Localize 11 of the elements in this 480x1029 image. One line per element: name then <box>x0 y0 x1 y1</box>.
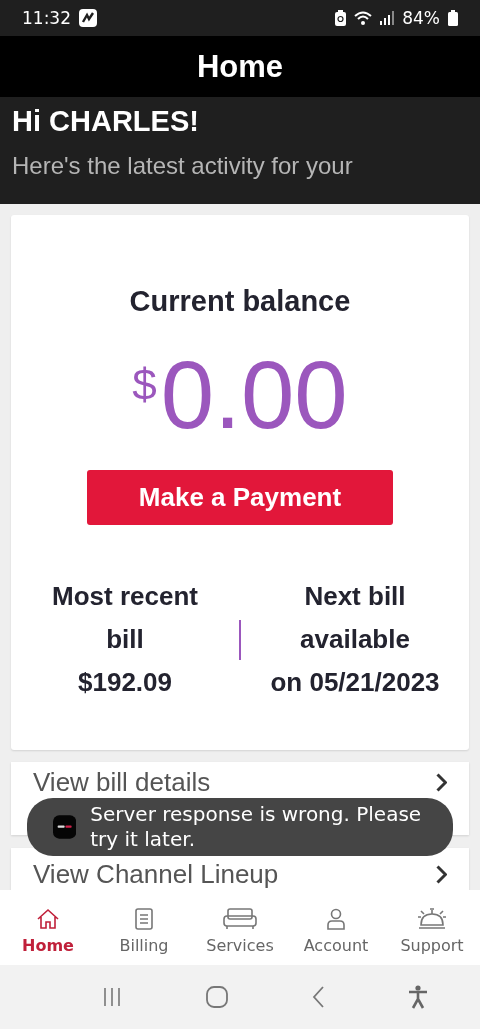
currency-symbol: $ <box>132 360 157 410</box>
greeting-subtitle: Here's the latest activity for your <box>12 152 354 180</box>
recent-bill-amount: $192.09 <box>78 666 172 699</box>
battery-percentage: 84% <box>402 8 440 28</box>
greeting-title: Hi CHARLES! <box>12 105 200 138</box>
balance-amount: 0.00 <box>160 340 348 450</box>
next-bill-date: on 05/21/2023 <box>270 666 440 699</box>
balance-title: Current balance <box>129 285 351 318</box>
screen-title: Home <box>196 48 284 85</box>
clock: 11:32 <box>22 8 71 28</box>
recent-bill-label: Most recent bill <box>51 580 199 656</box>
